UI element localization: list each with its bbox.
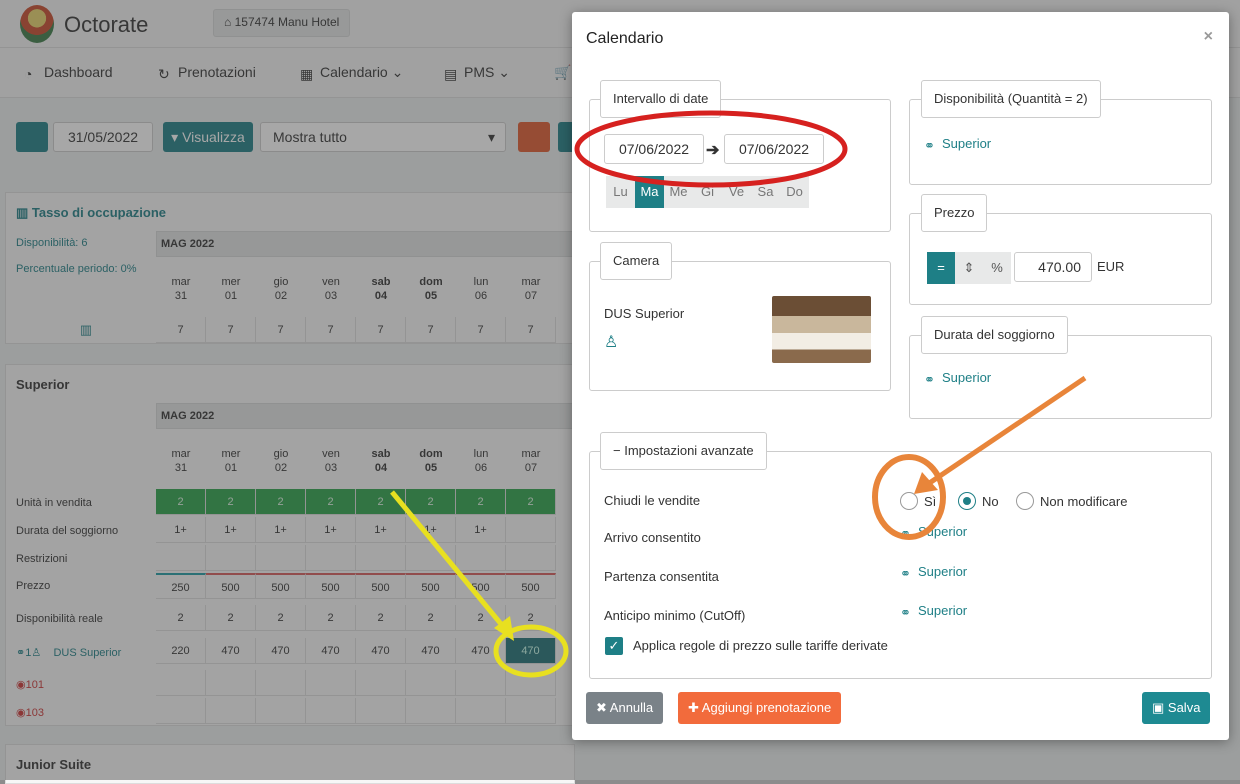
orange-circle-annotation <box>872 454 946 540</box>
orange-arrow-annotation <box>926 375 1087 487</box>
yellow-arrow-annotation <box>390 490 508 632</box>
annotation-layer <box>390 110 1087 678</box>
red-circle-annotation <box>574 110 848 188</box>
